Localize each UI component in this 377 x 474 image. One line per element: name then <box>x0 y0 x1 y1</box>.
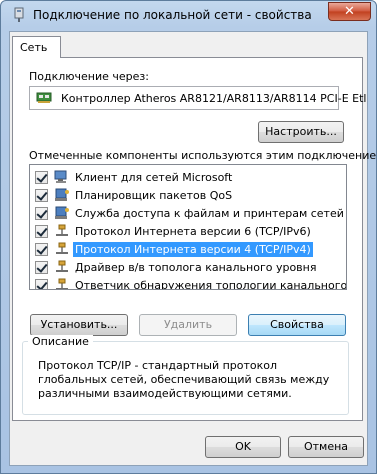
component-checkbox[interactable] <box>35 189 48 202</box>
component-label: Служба доступа к файлам и принтерам сете… <box>75 207 346 220</box>
component-checkbox[interactable] <box>35 225 48 238</box>
list-item[interactable]: Протокол Интернета версии 4 (TCP/IPv4) <box>30 240 346 258</box>
component-label: Протокол Интернета версии 6 (TCP/IPv6) <box>75 225 311 238</box>
list-item[interactable]: Ответчик обнаружения топологии канальног… <box>30 276 347 290</box>
component-label: Протокол Интернета версии 4 (TCP/IPv4) <box>73 242 313 257</box>
window-title: Подключение по локальной сети - свойства <box>33 8 312 22</box>
tab-network[interactable]: Сеть <box>12 36 61 58</box>
network-service-icon <box>55 188 69 201</box>
list-item[interactable]: Планировщик пакетов QoS <box>30 186 346 204</box>
description-legend: Описание <box>28 335 93 348</box>
install-button[interactable]: Установить... <box>30 314 128 336</box>
network-client-icon <box>54 170 67 183</box>
component-label: Клиент для сетей Microsoft <box>75 171 233 184</box>
configure-button[interactable]: Настроить... <box>258 121 344 143</box>
components-label: Отмеченные компоненты используются этим … <box>29 149 377 162</box>
protocol-icon <box>56 242 68 254</box>
properties-button[interactable]: Свойства <box>248 314 346 336</box>
component-checkbox[interactable] <box>35 207 48 220</box>
protocol-icon <box>56 278 68 289</box>
description-text: Протокол TCP/IP - стандартный протокол г… <box>38 359 330 400</box>
adapter-name: Контроллер Atheros AR8121/AR8113/AR8114 … <box>61 92 367 105</box>
component-label: Планировщик пакетов QoS <box>75 189 233 202</box>
list-item[interactable]: Служба доступа к файлам и принтерам сете… <box>30 204 346 222</box>
ok-button[interactable]: OK <box>205 436 281 458</box>
component-checkbox[interactable] <box>35 243 48 256</box>
uninstall-button[interactable]: Удалить <box>139 314 237 336</box>
close-icon: ✕ <box>344 4 355 19</box>
title-bar[interactable]: Подключение по локальной сети - свойства… <box>1 1 376 29</box>
tab-label: Сеть <box>20 41 48 54</box>
component-checkbox[interactable] <box>35 279 48 289</box>
adapter-field: Контроллер Atheros AR8121/AR8113/AR8114 … <box>29 86 366 110</box>
close-button[interactable]: ✕ <box>328 2 371 21</box>
network-adapter-icon <box>14 7 24 22</box>
list-item[interactable]: Клиент для сетей Microsoft <box>30 168 346 186</box>
cancel-button[interactable]: Отмена <box>288 436 364 458</box>
network-service-icon <box>55 206 69 219</box>
component-label: Ответчик обнаружения топологии канальног… <box>75 279 347 290</box>
network-adapter-icon <box>36 92 52 103</box>
component-label: Драйвер в/в тополога канального уровня <box>75 261 317 274</box>
component-checkbox[interactable] <box>35 261 48 274</box>
connect-using-label: Подключение через: <box>29 70 149 83</box>
list-item[interactable]: Драйвер в/в тополога канального уровня <box>30 258 346 276</box>
protocol-icon <box>56 224 68 236</box>
component-checkbox[interactable] <box>35 171 48 184</box>
protocol-icon <box>56 260 68 272</box>
components-list[interactable]: Клиент для сетей Microsoft Планировщик п… <box>29 164 347 290</box>
list-item[interactable]: Протокол Интернета версии 6 (TCP/IPv6) <box>30 222 346 240</box>
